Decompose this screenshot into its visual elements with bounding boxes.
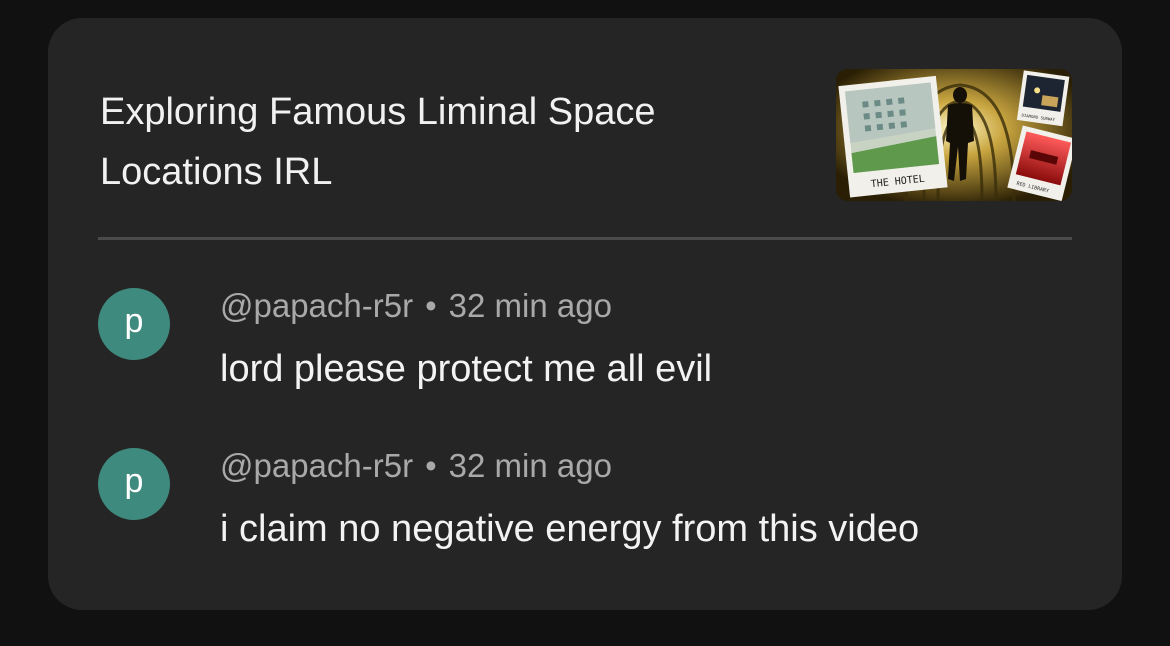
meta-separator: •: [425, 287, 437, 324]
comment-author[interactable]: @papach-r5r: [220, 447, 413, 484]
comment-text: i claim no negative energy from this vid…: [220, 508, 920, 550]
meta-separator: •: [425, 447, 437, 484]
comment-meta: @papach-r5r • 32 min ago: [220, 444, 612, 488]
avatar[interactable]: p: [98, 288, 170, 360]
video-thumbnail[interactable]: THE HOTEL DIAMOND SUBWAY RED LIBRARY: [836, 69, 1072, 201]
comment-card: Exploring Famous Liminal Space Locations…: [48, 18, 1122, 610]
comment-time: 32 min ago: [448, 447, 612, 484]
comment-text: lord please protect me all evil: [220, 348, 713, 390]
comment-time: 32 min ago: [448, 287, 612, 324]
comment-item: p @papach-r5r • 32 min ago i claim no nega…: [98, 447, 1072, 568]
video-title[interactable]: Exploring Famous Liminal Space Locations…: [100, 82, 780, 202]
comment-meta: @papach-r5r • 32 min ago: [220, 284, 612, 328]
video-thumbnail-image: THE HOTEL DIAMOND SUBWAY RED LIBRARY: [836, 69, 1072, 201]
comment-author[interactable]: @papach-r5r: [220, 287, 413, 324]
comment-item: p @papach-r5r • 32 min ago lord please pro…: [98, 287, 1072, 408]
avatar[interactable]: p: [98, 448, 170, 520]
divider: [98, 237, 1072, 240]
